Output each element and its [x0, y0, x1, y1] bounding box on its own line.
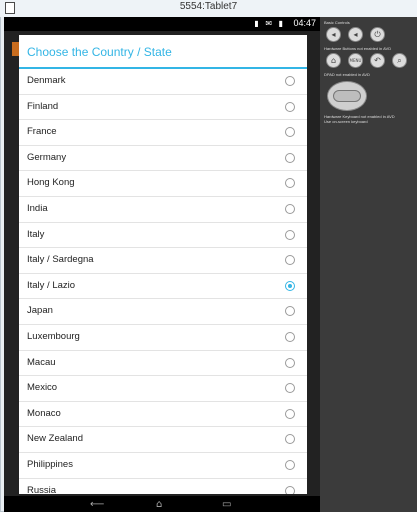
window-title: 5554:Tablet7: [179, 1, 238, 12]
volume-up-icon[interactable]: ◂: [348, 27, 363, 42]
radio-button[interactable]: [285, 229, 295, 240]
list-item-label: Italy: [27, 228, 45, 240]
radio-button[interactable]: [285, 127, 295, 138]
list-item-label: Denmark: [27, 75, 66, 86]
country-dialog: Choose the Country / State Denmark Finlan…: [19, 35, 307, 494]
dialog-title: Choose the Country / State: [27, 45, 172, 59]
radio-button[interactable]: [285, 76, 295, 86]
list-item[interactable]: India: [19, 197, 307, 223]
list-item[interactable]: Italy: [19, 223, 307, 249]
list-item-label: Germany: [27, 151, 67, 163]
volume-down-icon[interactable]: ◂: [326, 27, 341, 42]
list-item[interactable]: Monaco: [19, 402, 307, 428]
radio-button[interactable]: [285, 101, 295, 112]
list-item[interactable]: Italy / Sardegna: [19, 248, 307, 274]
radio-button[interactable]: [285, 485, 295, 494]
radio-button[interactable]: [285, 383, 295, 394]
list-item-label: Russia: [27, 484, 57, 495]
list-item[interactable]: Hong Kong: [19, 171, 307, 197]
recent-apps-icon[interactable]: ▭: [222, 499, 231, 510]
list-item[interactable]: Mexico: [19, 376, 307, 402]
radio-button[interactable]: [285, 178, 295, 189]
radio-button[interactable]: [285, 331, 295, 342]
radio-button[interactable]: [285, 408, 295, 419]
back-button-icon[interactable]: ↶: [370, 53, 385, 68]
radio-button[interactable]: [285, 306, 295, 317]
dpad-label: DPAD not enabled in AVD: [324, 72, 370, 77]
dpad-center-button[interactable]: [333, 90, 361, 102]
home-icon[interactable]: ⌂: [156, 499, 162, 510]
list-item[interactable]: Macau: [19, 351, 307, 377]
search-icon[interactable]: ⌕: [392, 53, 407, 68]
list-item[interactable]: Germany: [19, 146, 307, 172]
list-item[interactable]: Russia: [19, 479, 307, 495]
back-icon[interactable]: ⟵: [90, 499, 104, 510]
status-bar: ▮ ✉ ▮ 04:47: [4, 17, 320, 31]
radio-button[interactable]: [285, 459, 295, 470]
country-list[interactable]: Denmark Finland France Germany Hong Kong Indi…: [19, 69, 307, 494]
list-item-label: France: [27, 126, 57, 138]
list-item-label: Monaco: [27, 407, 61, 419]
list-item-label: Luxembourg: [27, 330, 80, 342]
list-item[interactable]: Japan: [19, 299, 307, 325]
menu-button[interactable]: MENU: [348, 53, 363, 68]
basic-controls-label: Basic Controls: [324, 20, 350, 25]
list-item-label: Philippines: [27, 458, 73, 470]
radio-selected[interactable]: [285, 280, 295, 291]
list-item[interactable]: France: [19, 120, 307, 146]
list-item[interactable]: Finland: [19, 95, 307, 121]
list-item[interactable]: New Zealand: [19, 427, 307, 453]
radio-button[interactable]: [285, 152, 295, 163]
list-item-label: New Zealand: [27, 433, 83, 445]
list-item-label: Macau: [27, 356, 56, 368]
list-item-label: Finland: [27, 100, 59, 112]
list-item-label: Japan: [27, 305, 53, 317]
navigation-bar: ⟵ ⌂ ▭: [4, 496, 320, 512]
list-item[interactable]: Denmark: [19, 69, 307, 95]
list-item[interactable]: Luxembourg: [19, 325, 307, 351]
status-icons: ▮ ✉ ▮: [254, 19, 285, 28]
window-titlebar: 5554:Tablet7: [0, 0, 417, 17]
list-item-label: Italy / Lazio: [27, 279, 76, 291]
status-time: 04:47: [293, 18, 316, 28]
radio-button[interactable]: [285, 357, 295, 368]
keyboard-hint: Use on-screen keyboard: [324, 119, 368, 124]
home-button-icon[interactable]: ⌂: [326, 53, 341, 68]
list-item-label: India: [27, 202, 48, 214]
list-item-label: Hong Kong: [27, 177, 75, 189]
radio-button[interactable]: [285, 434, 295, 445]
list-item[interactable]: Philippines: [19, 453, 307, 479]
list-item[interactable]: Italy / Lazio: [19, 274, 307, 300]
list-item-label: Italy / Sardegna: [27, 254, 94, 266]
list-item-label: Mexico: [27, 382, 58, 394]
hardware-buttons-label: Hardware Buttons not enabled in AVD: [324, 46, 392, 51]
radio-button[interactable]: [285, 203, 295, 214]
radio-button[interactable]: [285, 255, 295, 266]
power-icon[interactable]: ⏻: [370, 27, 385, 42]
